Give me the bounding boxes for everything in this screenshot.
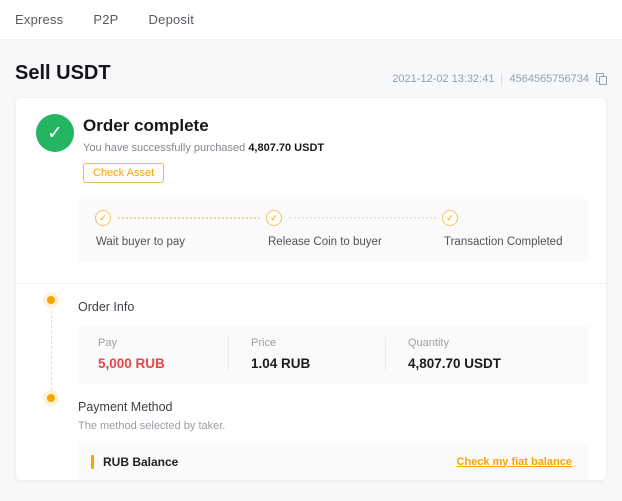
quantity-value: 4,807.70 USDT	[408, 356, 588, 371]
method-marker-bar	[91, 455, 94, 469]
order-complete-section: ✓ Order complete You have successfully p…	[16, 98, 606, 183]
price-column: Price 1.04 RUB	[228, 337, 385, 371]
progress-steps: ✓ ✓ ✓ Wait buyer to pay Release Coin to …	[78, 199, 588, 262]
order-complete-subtitle: You have successfully purchased 4,807.70…	[83, 142, 324, 154]
purchased-amount: 4,807.70 USDT	[248, 142, 324, 154]
step-label-transaction-completed: Transaction Completed	[444, 236, 562, 248]
order-meta: 2021-12-02 13:32:41 4564565756734	[392, 73, 607, 85]
timeline-dotted-line	[51, 310, 52, 390]
payment-method-section: Payment Method The method selected by ta…	[16, 384, 606, 480]
step-label-wait-buyer: Wait buyer to pay	[96, 236, 185, 248]
copy-icon[interactable]	[596, 73, 607, 85]
check-asset-button[interactable]: Check Asset	[83, 163, 164, 183]
payment-method-title: Payment Method	[78, 400, 606, 414]
pay-value: 5,000 RUB	[98, 356, 228, 371]
order-info-title: Order Info	[78, 300, 606, 314]
order-complete-body: Order complete You have successfully pur…	[83, 114, 324, 183]
order-id: 4564565756734	[509, 73, 589, 85]
quantity-column: Quantity 4,807.70 USDT	[385, 337, 588, 371]
step-check-icon-1: ✓	[95, 210, 111, 226]
tab-deposit[interactable]: Deposit	[149, 12, 194, 27]
quantity-label: Quantity	[408, 337, 588, 349]
payment-method-row: RUB Balance Check my fiat balance	[78, 443, 588, 480]
top-nav: Express P2P Deposit	[0, 0, 622, 40]
pay-column: Pay 5,000 RUB	[78, 337, 228, 371]
tab-express[interactable]: Express	[15, 12, 63, 27]
order-card: ✓ Order complete You have successfully p…	[15, 97, 607, 481]
success-check-icon: ✓	[36, 114, 74, 152]
tab-p2p[interactable]: P2P	[93, 12, 118, 27]
step-check-icon-2: ✓	[266, 210, 282, 226]
step-label-release-coin: Release Coin to buyer	[268, 236, 382, 248]
timeline-dot-payment	[47, 394, 55, 402]
payment-method-name-group: RUB Balance	[91, 455, 178, 469]
meta-separator	[501, 74, 502, 85]
payment-method-subtitle: The method selected by taker.	[78, 420, 606, 432]
price-label: Price	[251, 337, 385, 349]
page-title: Sell USDT	[15, 62, 111, 85]
step-check-icon-3: ✓	[442, 210, 458, 226]
timeline-dot-order-info	[47, 296, 55, 304]
price-value: 1.04 RUB	[251, 356, 385, 371]
subtitle-text: You have successfully purchased	[83, 142, 248, 154]
order-complete-title: Order complete	[83, 116, 324, 136]
pay-label: Pay	[98, 337, 228, 349]
order-info-grid: Pay 5,000 RUB Price 1.04 RUB Quantity 4,…	[78, 326, 588, 384]
step-connector-2	[289, 217, 436, 219]
order-info-section: Order Info Pay 5,000 RUB Price 1.04 RUB …	[16, 284, 606, 384]
order-timestamp: 2021-12-02 13:32:41	[392, 73, 494, 85]
step-connector-1	[118, 217, 260, 219]
payment-method-name: RUB Balance	[103, 455, 178, 469]
page-header: Sell USDT 2021-12-02 13:32:41 4564565756…	[0, 40, 622, 97]
check-fiat-balance-link[interactable]: Check my fiat balance	[456, 456, 572, 468]
